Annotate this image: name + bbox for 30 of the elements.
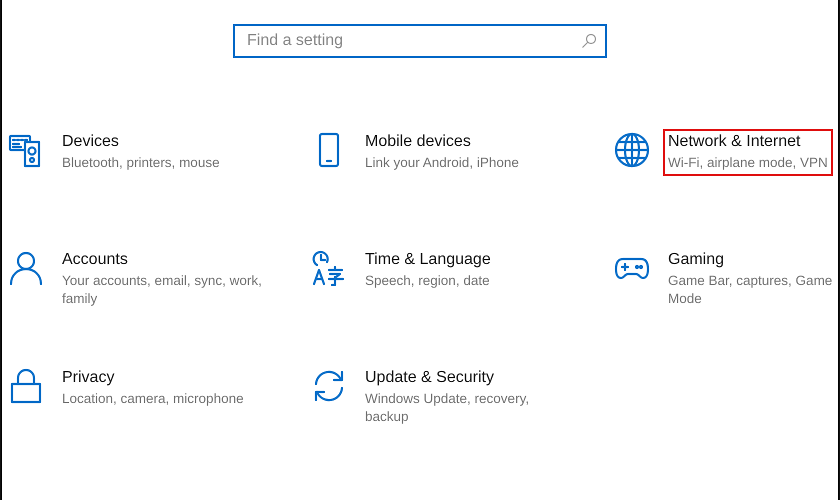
- settings-tile[interactable]: Time & Language Speech, region, date: [311, 252, 614, 370]
- settings-tile[interactable]: Update & Security Windows Update, recovery, backup: [311, 370, 614, 488]
- tile-title: Network & Internet: [668, 132, 802, 152]
- tile-description: Game Bar, captures, Game Mode: [668, 272, 834, 308]
- tile-description: Location, camera, microphone: [62, 390, 244, 408]
- settings-tile[interactable]: Privacy Location, camera, microphone: [8, 370, 311, 488]
- person-icon: [8, 250, 44, 286]
- settings-tile[interactable]: Mobile devices Link your Android, iPhone: [311, 134, 614, 252]
- tile-title: Privacy: [62, 368, 116, 388]
- tile-description: Wi-Fi, airplane mode, VPN: [668, 154, 828, 172]
- tile-title: Gaming: [668, 250, 726, 270]
- tile-title: Mobile devices: [365, 132, 472, 152]
- settings-tile[interactable]: Accounts Your accounts, email, sync, work, family: [8, 252, 311, 370]
- tile-description: Windows Update, recovery, backup: [365, 390, 530, 426]
- tile-title: Update & Security: [365, 368, 495, 388]
- tile-description: Your accounts, email, sync, work, family: [62, 272, 262, 308]
- settings-tile[interactable]: Gaming Game Bar, captures, Game Mode: [614, 252, 838, 370]
- tile-title: Devices: [62, 132, 120, 152]
- settings-tile[interactable]: Devices Bluetooth, printers, mouse: [8, 134, 311, 252]
- lock-icon: [8, 368, 44, 404]
- settings-tile[interactable]: Network & Internet Wi-Fi, airplane mode, VPN: [614, 134, 838, 252]
- clock-letters-icon: [311, 250, 347, 286]
- tile-description: Link your Android, iPhone: [365, 154, 519, 172]
- search-field[interactable]: Find a setting: [233, 24, 607, 58]
- globe-icon: [614, 132, 650, 168]
- search-icon: [581, 33, 597, 49]
- tile-title: Accounts: [62, 250, 129, 270]
- tile-description: Bluetooth, printers, mouse: [62, 154, 220, 172]
- tile-description: Speech, region, date: [365, 272, 491, 290]
- tile-title: Time & Language: [365, 250, 491, 270]
